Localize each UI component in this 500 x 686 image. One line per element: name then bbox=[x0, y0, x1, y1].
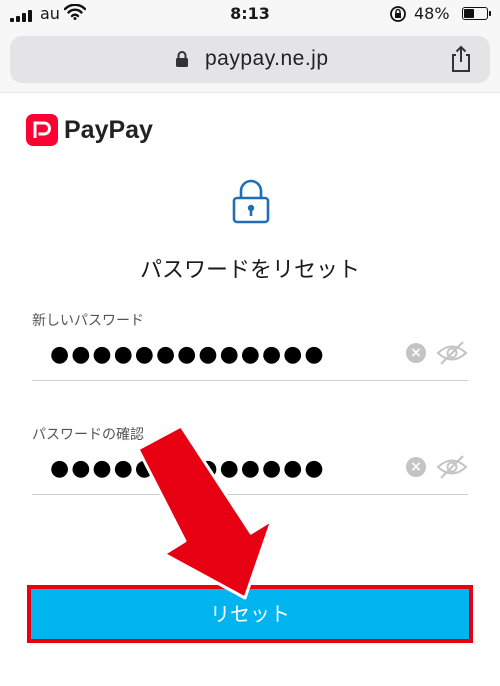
new-password-value[interactable]: ●●●●●●●●●●●●● bbox=[50, 342, 326, 367]
browser-chrome: au 8:13 48% paypay.ne.jp bbox=[0, 0, 500, 93]
new-password-input[interactable]: ●●●●●●●●●●●●● × bbox=[32, 330, 468, 381]
url-text[interactable]: paypay.ne.jp bbox=[205, 47, 329, 71]
new-password-field: 新しいパスワード ●●●●●●●●●●●●● × bbox=[32, 310, 468, 381]
eye-off-icon[interactable] bbox=[436, 340, 468, 370]
confirm-password-value[interactable]: ●●●●●●●●●●●●● bbox=[50, 456, 326, 481]
paypay-logo-icon bbox=[26, 114, 58, 146]
padlock-icon bbox=[228, 178, 274, 228]
confirm-password-field: パスワードの確認 ●●●●●●●●●●●●● × bbox=[32, 424, 468, 495]
new-password-label: 新しいパスワード bbox=[32, 313, 144, 329]
status-bar: au 8:13 48% bbox=[0, 0, 500, 30]
confirm-password-label: パスワードの確認 bbox=[32, 427, 144, 443]
battery-percent: 48% bbox=[414, 4, 450, 23]
reset-button[interactable]: リセット bbox=[27, 585, 473, 643]
brand-name: PayPay bbox=[64, 115, 153, 144]
confirm-password-input[interactable]: ●●●●●●●●●●●●● × bbox=[32, 444, 468, 495]
paypay-logo: PayPay bbox=[26, 114, 153, 146]
clear-icon[interactable]: × bbox=[406, 343, 426, 363]
battery-icon bbox=[462, 7, 491, 20]
share-icon[interactable] bbox=[450, 45, 472, 77]
eye-off-icon[interactable] bbox=[436, 454, 468, 484]
clear-icon[interactable]: × bbox=[406, 457, 426, 477]
orientation-lock-icon bbox=[389, 5, 407, 27]
lock-icon bbox=[175, 51, 189, 72]
address-bar[interactable]: paypay.ne.jp bbox=[10, 36, 490, 83]
page-title: パスワードをリセット bbox=[139, 258, 360, 283]
